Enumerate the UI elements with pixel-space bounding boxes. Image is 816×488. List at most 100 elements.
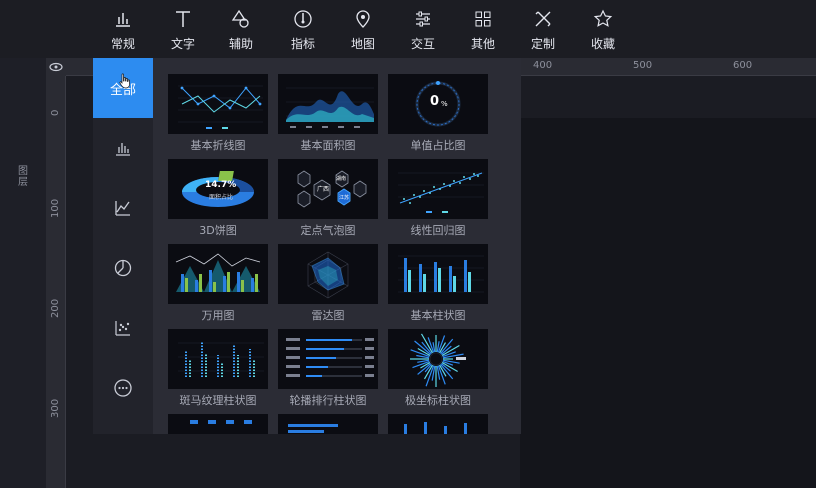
chart-card-basic-line[interactable]: 基本折线图 bbox=[168, 74, 268, 154]
chart-card-label: 雷达图 bbox=[311, 309, 345, 322]
bar-chart-icon bbox=[116, 13, 130, 27]
layers-tab[interactable]: 图层 bbox=[18, 166, 30, 188]
bar-chart-icon bbox=[116, 143, 130, 156]
chart-thumbnail bbox=[388, 244, 488, 304]
text-icon bbox=[176, 11, 190, 27]
chart-card-basic-area[interactable]: 基本面积图 bbox=[278, 74, 378, 154]
chart-thumbnail bbox=[388, 414, 488, 434]
toolbar-label: 文字 bbox=[170, 37, 195, 51]
chart-card-row5-2[interactable] bbox=[278, 414, 378, 434]
gauge-icon bbox=[294, 10, 312, 28]
toolbar-assist[interactable]: 辅助 bbox=[211, 0, 271, 58]
chart-thumbnail bbox=[278, 74, 378, 134]
ratio-value: 0 bbox=[430, 94, 440, 109]
vertical-ruler[interactable]: 0 100 200 300 bbox=[46, 76, 66, 488]
pie-chart-icon bbox=[114, 259, 132, 277]
chart-card-label: 定点气泡图 bbox=[300, 224, 356, 237]
chart-thumbnail bbox=[168, 414, 268, 434]
star-icon bbox=[593, 9, 613, 27]
chart-card-linear-regression[interactable]: 线性回归图 bbox=[388, 159, 488, 239]
chart-card-label: 基本柱状图 bbox=[410, 309, 466, 322]
chart-thumbnail bbox=[168, 74, 268, 134]
ruler-label: 400 bbox=[533, 60, 553, 71]
category-sidebar: 全部 bbox=[93, 58, 153, 434]
toolbar-regular[interactable]: 常规 bbox=[93, 0, 153, 58]
category-all[interactable]: 全部 bbox=[93, 58, 153, 118]
top-toolbar: 常规 文字 辅助 指标 地图 交互 其他 定制 收藏 bbox=[0, 0, 816, 58]
chart-card-fixed-bubble[interactable]: 广西 湖南 江苏 定点气泡图 bbox=[278, 159, 378, 239]
chart-card-label: 万用图 bbox=[201, 309, 235, 322]
chart-thumbnail bbox=[388, 329, 488, 389]
toolbar-text[interactable]: 文字 bbox=[153, 0, 213, 58]
grid-icon bbox=[475, 11, 491, 27]
ruler-label: 0 bbox=[50, 109, 61, 116]
chart-card-row5-3[interactable] bbox=[388, 414, 488, 434]
chart-card-radar[interactable]: 雷达图 bbox=[278, 244, 378, 324]
bubble-label: 广西 bbox=[317, 186, 330, 193]
toolbar-label: 辅助 bbox=[228, 37, 253, 51]
chart-card-label: 轮播排行柱状图 bbox=[289, 394, 367, 407]
category-more[interactable] bbox=[93, 358, 153, 418]
pie-subtitle: 面积占比 bbox=[209, 194, 234, 201]
ruler-label: 100 bbox=[50, 198, 61, 218]
chart-card-label: 线性回归图 bbox=[410, 224, 466, 237]
canvas-workspace[interactable] bbox=[520, 118, 816, 488]
toolbar-label: 定制 bbox=[530, 37, 555, 51]
toolbar-label: 收藏 bbox=[590, 37, 615, 51]
chart-card-label: 单值占比图 bbox=[410, 139, 466, 152]
more-icon bbox=[114, 379, 132, 397]
toolbar-other[interactable]: 其他 bbox=[453, 0, 513, 58]
sliders-icon bbox=[416, 11, 430, 27]
scatter-icon bbox=[115, 321, 130, 336]
chart-card-label: 3D饼图 bbox=[199, 224, 237, 237]
chart-card-carousel-rank-bar[interactable]: 轮播排行柱状图 bbox=[278, 329, 378, 409]
chart-thumbnail bbox=[388, 159, 488, 219]
ruler-label: 200 bbox=[50, 298, 61, 318]
chart-thumbnail bbox=[278, 414, 378, 434]
line-chart-icon bbox=[115, 201, 130, 216]
toolbar-label: 指标 bbox=[290, 37, 315, 51]
chart-card-universal[interactable]: 万用图 bbox=[168, 244, 268, 324]
shapes-icon bbox=[231, 9, 249, 28]
category-bar[interactable] bbox=[93, 118, 153, 178]
ruler-label: 500 bbox=[633, 60, 653, 71]
chart-library-panel: 基本折线图 基本面积图 0 % 单值占比图 14.7% 面积占比 3D饼图 广西… bbox=[153, 58, 521, 434]
chart-card-zebra-bar[interactable]: 斑马纹理柱状图 bbox=[168, 329, 268, 409]
chart-card-label: 基本面积图 bbox=[300, 139, 356, 152]
map-pin-icon bbox=[356, 10, 370, 28]
pie-value: 14.7% bbox=[205, 180, 237, 190]
toolbar-map[interactable]: 地图 bbox=[333, 0, 393, 58]
bubble-label: 江苏 bbox=[339, 195, 350, 201]
chart-thumbnail bbox=[278, 244, 378, 304]
category-line[interactable] bbox=[93, 178, 153, 238]
eye-icon bbox=[49, 62, 63, 72]
toolbar-metric[interactable]: 指标 bbox=[273, 0, 333, 58]
toolbar-custom[interactable]: 定制 bbox=[513, 0, 573, 58]
toolbar-label: 常规 bbox=[110, 37, 135, 51]
toolbar-interact[interactable]: 交互 bbox=[393, 0, 453, 58]
toolbar-label: 交互 bbox=[410, 37, 435, 51]
category-pie[interactable] bbox=[93, 238, 153, 298]
chart-card-row5-1[interactable] bbox=[168, 414, 268, 434]
chart-thumbnail bbox=[278, 329, 378, 389]
toolbar-label: 其他 bbox=[470, 37, 495, 51]
chart-card-basic-bar[interactable]: 基本柱状图 bbox=[388, 244, 488, 324]
category-label: 全部 bbox=[109, 82, 136, 98]
chart-card-3d-pie[interactable]: 14.7% 面积占比 3D饼图 bbox=[168, 159, 268, 239]
chart-card-label: 斑马纹理柱状图 bbox=[179, 394, 257, 407]
toolbar-label: 地图 bbox=[350, 37, 375, 51]
bubble-label: 湖南 bbox=[336, 176, 347, 182]
chart-card-polar-bar[interactable]: 极坐标柱状图 bbox=[388, 329, 488, 409]
chart-card-label: 极坐标柱状图 bbox=[405, 394, 471, 407]
ruler-corner[interactable] bbox=[46, 58, 66, 76]
chart-thumbnail: 14.7% 面积占比 bbox=[168, 159, 268, 219]
category-scatter[interactable] bbox=[93, 298, 153, 358]
chart-thumbnail: 广西 湖南 江苏 bbox=[278, 159, 378, 219]
chart-card-label: 基本折线图 bbox=[190, 139, 246, 152]
toolbar-favorites[interactable]: 收藏 bbox=[573, 0, 633, 58]
layer-sidebar: 图层 bbox=[0, 58, 46, 488]
ratio-unit: % bbox=[441, 100, 448, 108]
ruler-label: 600 bbox=[733, 60, 753, 71]
chart-card-single-value-ratio[interactable]: 0 % 单值占比图 bbox=[388, 74, 488, 154]
chart-thumbnail bbox=[168, 244, 268, 304]
